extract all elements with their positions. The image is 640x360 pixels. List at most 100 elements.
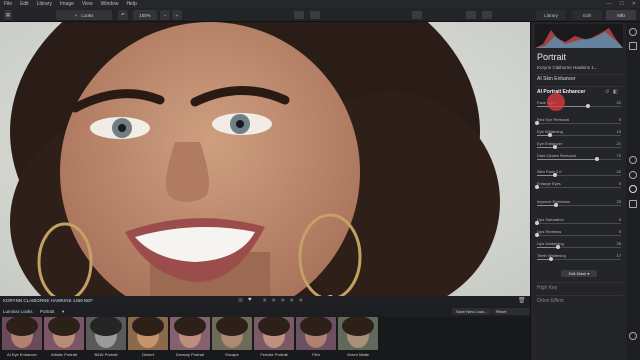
chevron-down-icon: ▾ bbox=[587, 271, 590, 276]
window-controls: — ☐ ✕ bbox=[606, 0, 636, 8]
professional-icon[interactable] bbox=[629, 200, 637, 208]
histogram-graph bbox=[535, 28, 623, 48]
slider-improve-eyebrows[interactable]: Improve Eyebrows 23 bbox=[537, 199, 621, 209]
zoom-display[interactable]: 100% bbox=[133, 10, 157, 20]
minimize-icon[interactable]: — bbox=[606, 1, 611, 7]
chevron-down-icon[interactable]: ▾ bbox=[62, 309, 64, 315]
slider-value: 22 bbox=[616, 100, 621, 105]
slider-value: 0 bbox=[618, 229, 621, 234]
slider-label: Eye Enhancer bbox=[537, 141, 563, 146]
slider-handle[interactable] bbox=[549, 257, 553, 261]
slider-label: Lips Saturation bbox=[537, 217, 564, 222]
canvas-icon[interactable] bbox=[629, 42, 637, 50]
section-orton-effect[interactable]: Orton Effect bbox=[537, 298, 564, 304]
slider-eye-whitening[interactable]: Eye Whitening 15 bbox=[537, 129, 621, 139]
slider-track[interactable] bbox=[537, 187, 621, 188]
menu-edit[interactable]: Edit bbox=[20, 0, 29, 8]
look-thumbnail[interactable] bbox=[170, 317, 210, 350]
zoom-in-button[interactable]: + bbox=[172, 10, 182, 20]
slider-value: 22 bbox=[616, 169, 621, 174]
slider-enlarge-eyes[interactable]: Enlarge Eyes 0 bbox=[535, 181, 621, 191]
layers-icon[interactable] bbox=[629, 28, 637, 36]
look-thumbnail[interactable] bbox=[86, 317, 126, 350]
slider-handle[interactable] bbox=[553, 145, 557, 149]
slider-lips-saturation[interactable]: Lips Saturation 0 bbox=[535, 217, 621, 227]
slider-value: 0 bbox=[618, 117, 621, 122]
reject-icon[interactable]: ⊘ bbox=[238, 297, 243, 304]
look-label: AI Eye Enhancer bbox=[6, 352, 38, 357]
slider-slim-face[interactable]: Slim Face 2.0 22 bbox=[537, 169, 621, 179]
slider-handle[interactable] bbox=[586, 104, 590, 108]
look-thumbnail[interactable] bbox=[44, 317, 84, 350]
favorite-icon[interactable]: ♥ bbox=[248, 297, 252, 303]
menu-help[interactable]: Help bbox=[126, 0, 136, 8]
portrait-face-icon[interactable] bbox=[629, 185, 637, 193]
section-high-key[interactable]: High Key bbox=[537, 285, 557, 291]
section-ai-skin-enhancer[interactable]: AI Skin Enhancer bbox=[537, 76, 576, 82]
slider-handle[interactable] bbox=[556, 245, 560, 249]
star-rating[interactable]: ★ ★ ★ ★ ★ bbox=[262, 297, 305, 304]
menu-library[interactable]: Library bbox=[37, 0, 52, 8]
divider bbox=[535, 86, 623, 87]
look-thumbnail[interactable] bbox=[212, 317, 252, 350]
eye-icon[interactable] bbox=[294, 11, 304, 19]
slider-lips-redness[interactable]: Lips Redness 0 bbox=[535, 229, 621, 239]
look-thumbnail-image bbox=[254, 317, 294, 350]
look-thumbnail[interactable] bbox=[2, 317, 42, 350]
essentials-sun-icon[interactable] bbox=[629, 156, 637, 164]
slider-eye-enhancer[interactable]: Eye Enhancer 21 bbox=[537, 141, 621, 151]
zoom-out-button[interactable]: − bbox=[160, 10, 170, 20]
single-view-icon[interactable] bbox=[466, 11, 476, 19]
slider-lips-darkening[interactable]: Lips Darkening 25 bbox=[537, 241, 621, 251]
look-thumbnail[interactable] bbox=[254, 317, 294, 350]
look-thumbnail[interactable] bbox=[296, 317, 336, 350]
slider-handle[interactable] bbox=[595, 157, 599, 161]
creative-palette-icon[interactable] bbox=[629, 171, 637, 179]
slider-handle[interactable] bbox=[553, 173, 557, 177]
tab-info[interactable]: Info bbox=[606, 10, 636, 20]
menu-window[interactable]: Window bbox=[101, 0, 119, 8]
sidebar-toggle-icon[interactable]: ▤ bbox=[4, 10, 12, 20]
mask-icon[interactable]: ◧ bbox=[613, 89, 618, 95]
photo-canvas[interactable] bbox=[0, 22, 530, 296]
slider-handle[interactable] bbox=[535, 221, 539, 225]
look-thumbnail-image bbox=[170, 317, 210, 350]
menu-file[interactable]: File bbox=[4, 0, 12, 8]
look-thumbnail-image bbox=[128, 317, 168, 350]
maximize-icon[interactable]: ☐ bbox=[619, 1, 623, 7]
save-look-button[interactable]: Save New Look... bbox=[452, 308, 492, 315]
tab-library[interactable]: Library bbox=[536, 10, 566, 20]
slider-handle[interactable] bbox=[535, 121, 539, 125]
history-icon[interactable] bbox=[629, 332, 637, 340]
slider-track[interactable] bbox=[537, 123, 621, 124]
tab-edit[interactable]: Edit bbox=[572, 10, 602, 20]
slider-track[interactable] bbox=[537, 223, 621, 224]
menu-image[interactable]: Image bbox=[60, 0, 74, 8]
look-thumbnail-image bbox=[338, 317, 378, 350]
share-icon[interactable] bbox=[412, 11, 422, 19]
slider-dark-circles-removal[interactable]: Dark Circles Removal 72 bbox=[537, 153, 621, 163]
trash-icon[interactable]: 🗑 bbox=[518, 297, 526, 304]
looks-category-select[interactable]: Portrait bbox=[40, 309, 55, 314]
edit-mask-button[interactable]: Edit Mask ▾ bbox=[561, 270, 597, 277]
menu-view[interactable]: View bbox=[82, 0, 93, 8]
slider-handle[interactable] bbox=[535, 185, 539, 189]
look-thumbnail-image bbox=[212, 317, 252, 350]
slider-handle[interactable] bbox=[535, 233, 539, 237]
slider-teeth-whitening[interactable]: Teeth Whitening 17 bbox=[537, 253, 621, 263]
slider-red-eye-removal[interactable]: Red Eye Removal 0 bbox=[535, 117, 621, 127]
slider-handle[interactable] bbox=[548, 133, 552, 137]
filmstrip-icon[interactable] bbox=[482, 11, 492, 19]
close-icon[interactable]: ✕ bbox=[632, 1, 636, 7]
compare-icon[interactable] bbox=[310, 11, 320, 19]
reset-icon[interactable]: ↺ bbox=[605, 89, 609, 95]
slider-handle[interactable] bbox=[554, 203, 558, 207]
undo-icon[interactable]: ↶ bbox=[118, 10, 128, 20]
divider bbox=[535, 74, 623, 75]
look-thumbnail[interactable] bbox=[338, 317, 378, 350]
panel-title: Portrait bbox=[537, 52, 567, 62]
reset-adjustments-button[interactable]: Reset Adjustments bbox=[492, 308, 530, 321]
look-thumbnail[interactable] bbox=[128, 317, 168, 350]
slider-track[interactable] bbox=[537, 235, 621, 236]
looks-button[interactable]: + Looks bbox=[56, 10, 112, 20]
